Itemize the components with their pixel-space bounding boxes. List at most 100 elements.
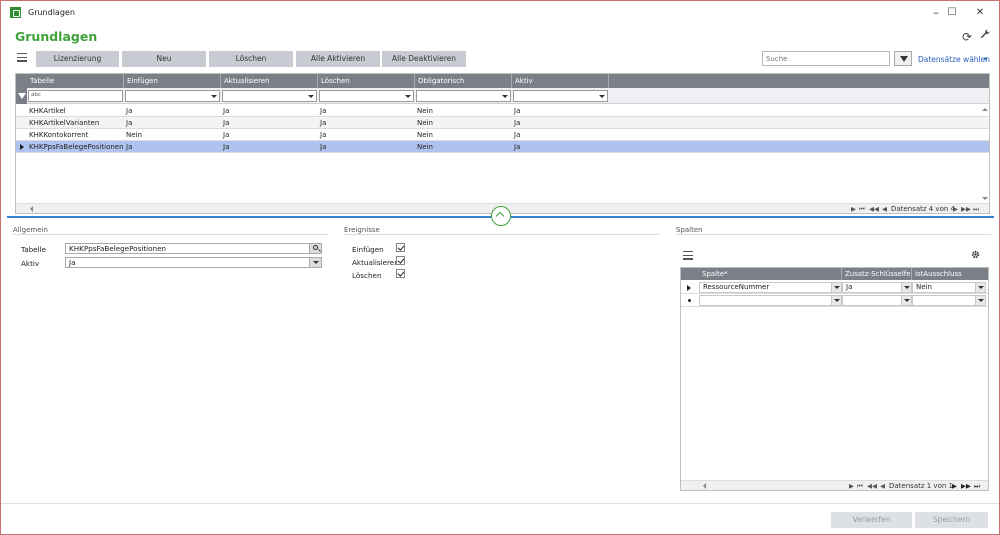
next-page-icon[interactable]: ▶▶	[961, 205, 971, 213]
hamburger-menu-icon[interactable]	[17, 53, 27, 62]
previous-icon[interactable]: ◀	[882, 205, 887, 213]
column-header-tabelle[interactable]: Tabelle	[27, 74, 124, 88]
scroll-up-icon[interactable]	[982, 108, 988, 111]
column-header-aktualisieren[interactable]: Aktualisieren	[221, 74, 318, 88]
table-row-selected[interactable]: KHKPpsFaBelegePositionen Ja Ja Ja Nein J…	[16, 141, 989, 153]
previous-page-icon[interactable]: ◀◀	[867, 482, 877, 490]
next-record-icon[interactable]: ▶	[953, 205, 958, 213]
tables-grid: Tabelle Einfügen Aktualisieren Löschen O…	[15, 73, 990, 214]
einfuegen-label: Einfügen	[352, 245, 384, 254]
hamburger-menu-icon[interactable]	[683, 251, 693, 260]
previous-page-icon[interactable]: ◀◀	[869, 205, 879, 213]
current-row-indicator-icon	[687, 285, 691, 291]
lookup-button[interactable]	[309, 244, 321, 253]
close-button[interactable]: ✕	[969, 5, 991, 21]
filter-einfuegen-select[interactable]	[125, 90, 220, 102]
discard-button[interactable]: Verwerfen	[831, 512, 912, 528]
loeschen-label: Löschen	[352, 271, 382, 280]
table-row[interactable]: KHKKontokorrent Nein Ja Ja Nein Ja	[16, 129, 989, 141]
search-input[interactable]	[762, 51, 890, 66]
tabelle-label: Tabelle	[21, 245, 47, 254]
chevron-down-icon[interactable]	[403, 91, 413, 101]
loeschen-checkbox[interactable]	[396, 269, 405, 278]
filter-aktiv-select[interactable]	[513, 90, 608, 102]
app-logo-icon	[10, 7, 21, 18]
settings-wrench-icon[interactable]	[980, 29, 990, 42]
chevron-down-icon[interactable]	[209, 91, 219, 101]
chevron-down-icon	[904, 286, 910, 289]
new-spalte-select[interactable]	[699, 295, 842, 306]
save-button[interactable]: Speichern	[915, 512, 988, 528]
new-row-indicator-icon	[688, 299, 691, 302]
chevron-down-icon	[904, 299, 910, 302]
column-header-einfuegen[interactable]: Einfügen	[124, 74, 221, 88]
dropdown-button[interactable]	[309, 258, 321, 267]
filter-tabelle-input[interactable]: abc	[28, 90, 123, 102]
first-record-icon[interactable]: ⏮	[857, 482, 863, 491]
collapse-up-icon[interactable]	[491, 206, 511, 226]
column-header-obligatorisch[interactable]: Obligatorisch	[415, 74, 512, 88]
select-datasets-link[interactable]: Datensätze wählen	[918, 55, 990, 64]
maximize-button[interactable]: ☐	[941, 5, 963, 21]
lizenzierung-button[interactable]: Lizenzierung	[36, 51, 119, 67]
einfuegen-checkbox[interactable]	[396, 243, 405, 252]
new-istausschluss-select[interactable]	[912, 295, 986, 306]
filter-aktualisieren-select[interactable]	[222, 90, 317, 102]
gear-icon[interactable]	[971, 250, 980, 262]
next-record-icon[interactable]: ▶	[952, 482, 957, 490]
activate-all-button[interactable]: Alle Aktivieren	[296, 51, 380, 67]
new-zusatz-select[interactable]	[842, 295, 912, 306]
column-header-istausschluss[interactable]: istAusschluss	[912, 268, 988, 280]
refresh-icon[interactable]: ⟳	[962, 30, 972, 44]
new-button[interactable]: Neu	[122, 51, 206, 67]
scroll-left-icon[interactable]	[30, 206, 33, 212]
aktualisieren-checkbox[interactable]	[396, 256, 405, 265]
tabelle-field[interactable]: KHKPpsFaBelegePositionen	[65, 243, 322, 254]
columns-grid-navigator: ▶ ⏮ ◀◀ ◀ Datensatz 1 von 1 ▶ ▶▶ ⏭	[681, 480, 988, 490]
app-window: Grundlagen – ☐ ✕ Grundlagen ⟳ Lizenzieru…	[0, 0, 1000, 535]
vertical-scrollbar[interactable]	[980, 104, 989, 204]
chevron-down-icon[interactable]: ▾	[984, 55, 988, 63]
scroll-left-icon[interactable]	[703, 483, 706, 489]
chevron-down-icon[interactable]	[597, 91, 607, 101]
columns-grid: Spalte* Zusatz-Schlüsselfeld istAusschlu…	[680, 267, 989, 491]
next-page-icon[interactable]: ▶▶	[961, 482, 971, 490]
spalten-section-title: Spalten	[676, 226, 703, 234]
previous-icon[interactable]: ◀	[880, 482, 885, 490]
table-row[interactable]: KHKArtikel Ja Ja Ja Nein Ja	[16, 105, 989, 117]
filter-button[interactable]	[894, 51, 912, 66]
search-icon	[313, 245, 318, 250]
deactivate-all-button[interactable]: Alle Deaktivieren	[382, 51, 466, 67]
scroll-down-icon[interactable]	[982, 197, 988, 200]
next-icon[interactable]: ▶	[849, 482, 854, 490]
current-row-indicator-icon	[20, 144, 24, 150]
chevron-down-icon[interactable]	[306, 91, 316, 101]
filter-row-icon-cell[interactable]	[16, 88, 27, 104]
aktiv-label: Aktiv	[21, 259, 40, 268]
spalte-select[interactable]: RessourceNummer	[699, 282, 842, 293]
new-row[interactable]	[681, 294, 988, 307]
chevron-down-icon[interactable]	[500, 91, 510, 101]
window-title: Grundlagen	[28, 8, 75, 17]
table-row[interactable]: KHKArtikelVarianten Ja Ja Ja Nein Ja	[16, 117, 989, 129]
column-header-aktiv[interactable]: Aktiv	[512, 74, 609, 88]
column-header-zusatz-schluesselfeld[interactable]: Zusatz-Schlüsselfeld	[842, 268, 912, 280]
filter-obligatorisch-select[interactable]	[416, 90, 511, 102]
aktiv-select[interactable]: Ja	[65, 257, 322, 268]
last-record-icon[interactable]: ⏭	[973, 205, 979, 214]
funnel-icon	[18, 93, 26, 99]
zusatz-schluesselfeld-select[interactable]: Ja	[842, 282, 912, 293]
column-header-loeschen[interactable]: Löschen	[318, 74, 415, 88]
next-icon[interactable]: ▶	[851, 205, 856, 213]
first-record-icon[interactable]: ⏮	[859, 205, 865, 214]
last-record-icon[interactable]: ⏭	[974, 482, 980, 491]
grid-header: Tabelle Einfügen Aktualisieren Löschen O…	[16, 74, 989, 88]
footer-divider	[1, 503, 999, 504]
table-row[interactable]: RessourceNummer Ja Nein	[681, 281, 988, 294]
ereignisse-section-title: Ereignisse	[344, 226, 380, 234]
filter-loeschen-select[interactable]	[319, 90, 414, 102]
delete-button[interactable]: Löschen	[209, 51, 293, 67]
chevron-down-icon	[834, 286, 840, 289]
istausschluss-select[interactable]: Nein	[912, 282, 986, 293]
column-header-spalte[interactable]: Spalte*	[699, 268, 842, 280]
